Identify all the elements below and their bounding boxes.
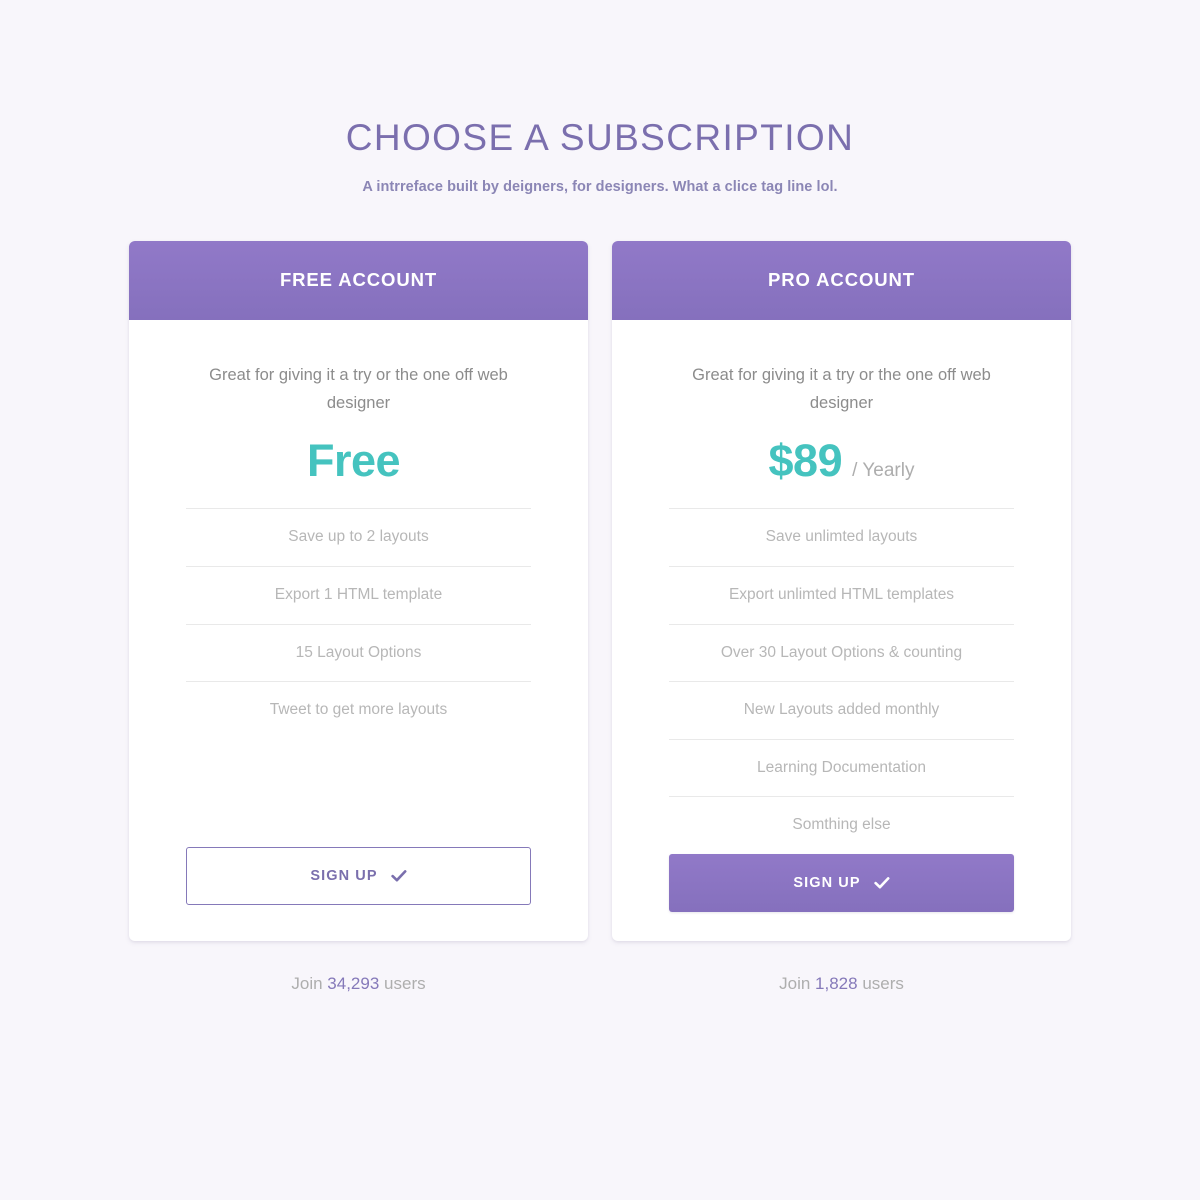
plan-header-label-pro: PRO ACCOUNT <box>768 269 915 291</box>
feature-item: Over 30 Layout Options & counting <box>669 623 1014 682</box>
plan-features-pro: Save unlimted layouts Export unlimted HT… <box>669 508 1014 854</box>
plan-header-free: FREE ACCOUNT <box>129 240 588 320</box>
feature-item: 15 Layout Options <box>186 623 531 682</box>
feature-item: New Layouts added monthly <box>669 681 1014 739</box>
plan-body-free: Great for giving it a try or the one off… <box>129 320 588 941</box>
pricing-cards-row: FREE ACCOUNT Great for giving it a try o… <box>0 240 1200 994</box>
plan-price-amount-free: Free <box>306 435 401 487</box>
plan-body-pro: Great for giving it a try or the one off… <box>612 320 1071 941</box>
signup-button-label-pro: SIGN UP <box>793 875 861 891</box>
plan-cta-wrap-free: SIGN UP <box>186 846 531 941</box>
feature-item: Export 1 HTML template <box>186 566 531 624</box>
join-count-free: 34,293 <box>327 973 380 993</box>
page-subtitle: A intrreface built by deigners, for desi… <box>362 178 838 195</box>
pricing-page: CHOOSE A SUBSCRIPTION A intrreface built… <box>0 0 1200 1200</box>
feature-item: Save up to 2 layouts <box>186 508 531 566</box>
plan-header-pro: PRO ACCOUNT <box>612 240 1071 320</box>
join-prefix-free: Join <box>291 973 323 993</box>
page-title: CHOOSE A SUBSCRIPTION <box>345 117 855 158</box>
plan-card-free: FREE ACCOUNT Great for giving it a try o… <box>129 240 588 941</box>
signup-button-free[interactable]: SIGN UP <box>186 846 531 905</box>
feature-item: Export unlimted HTML templates <box>669 566 1014 624</box>
join-suffix-free: users <box>384 973 426 993</box>
signup-button-pro[interactable]: SIGN UP <box>669 854 1014 912</box>
plan-price-free: Free <box>186 438 531 508</box>
join-line-pro: Join 1,828 users <box>612 974 1071 994</box>
plan-price-amount-pro: $89 <box>768 435 843 487</box>
feature-item: Somthing else <box>669 796 1014 854</box>
plan-header-label-free: FREE ACCOUNT <box>279 269 438 291</box>
plan-card-pro: PRO ACCOUNT Great for giving it a try or… <box>612 240 1071 941</box>
plan-price-pro: $89 / Yearly <box>669 438 1014 508</box>
join-suffix-pro: users <box>862 973 904 993</box>
plan-features-free: Save up to 2 layouts Export 1 HTML templ… <box>186 508 531 738</box>
feature-item: Learning Documentation <box>669 738 1014 797</box>
join-count-pro: 1,828 <box>815 973 858 993</box>
page-header: CHOOSE A SUBSCRIPTION A intrreface built… <box>0 0 1200 195</box>
feature-item: Save unlimted layouts <box>669 508 1014 566</box>
plan-description-free: Great for giving it a try or the one off… <box>209 365 508 413</box>
plan-free: FREE ACCOUNT Great for giving it a try o… <box>129 240 588 994</box>
plan-price-period-pro: / Yearly <box>852 460 915 482</box>
plan-description-pro: Great for giving it a try or the one off… <box>692 365 991 413</box>
plan-cta-wrap-pro: SIGN UP <box>669 854 1014 941</box>
check-icon <box>390 869 407 883</box>
plan-pro: PRO ACCOUNT Great for giving it a try or… <box>612 240 1071 994</box>
signup-button-label-free: SIGN UP <box>310 867 378 884</box>
join-line-free: Join 34,293 users <box>129 974 588 994</box>
join-prefix-pro: Join <box>779 973 811 993</box>
check-icon <box>873 876 890 890</box>
feature-item: Tweet to get more layouts <box>186 681 531 739</box>
